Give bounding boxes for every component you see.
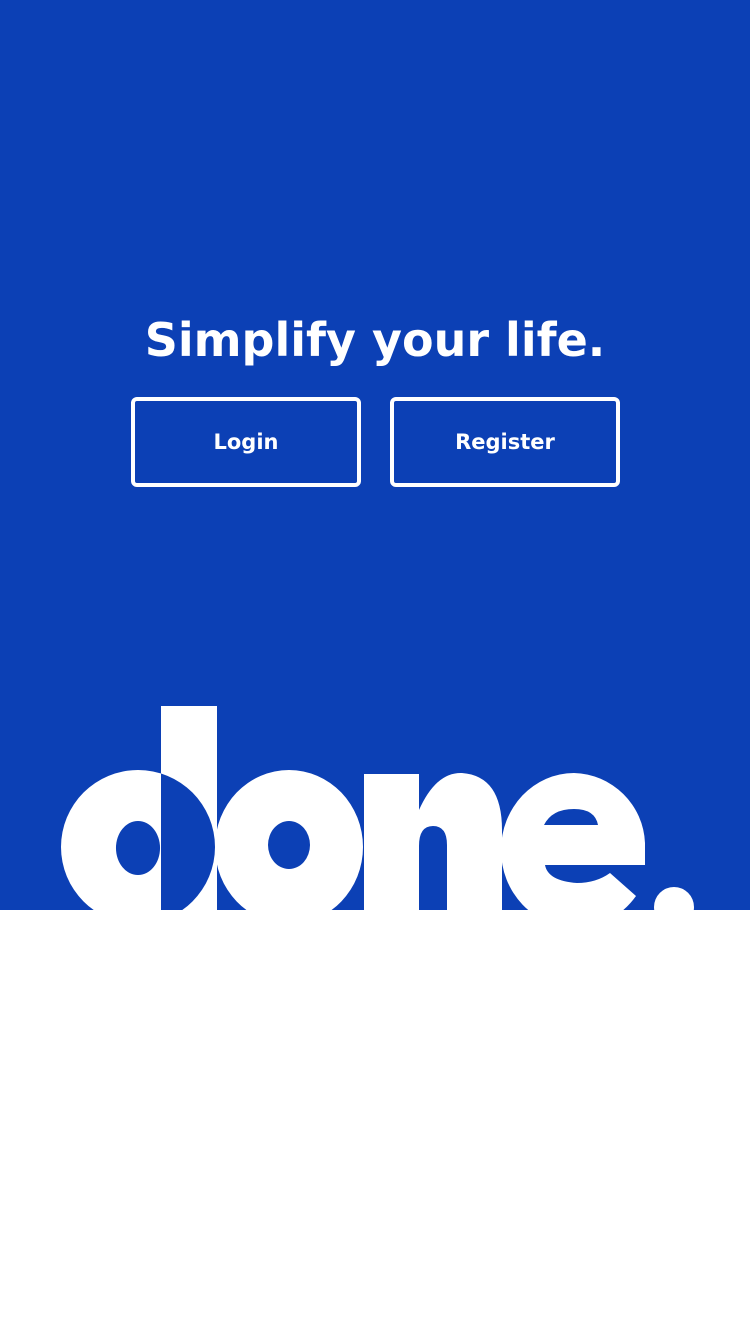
welcome-screen: Simplify your life. Login Register <box>0 0 750 1334</box>
logo-letter-o <box>215 770 363 910</box>
logo-letter-n <box>364 772 502 910</box>
logo-letter-e <box>501 773 645 910</box>
logo-dot <box>654 887 694 910</box>
done-logo <box>61 706 694 910</box>
logo-letter-d <box>61 706 217 910</box>
logo-wordmark-shapes <box>61 706 694 910</box>
lower-panel <box>0 910 750 1334</box>
hero-panel: Simplify your life. Login Register <box>0 0 750 910</box>
